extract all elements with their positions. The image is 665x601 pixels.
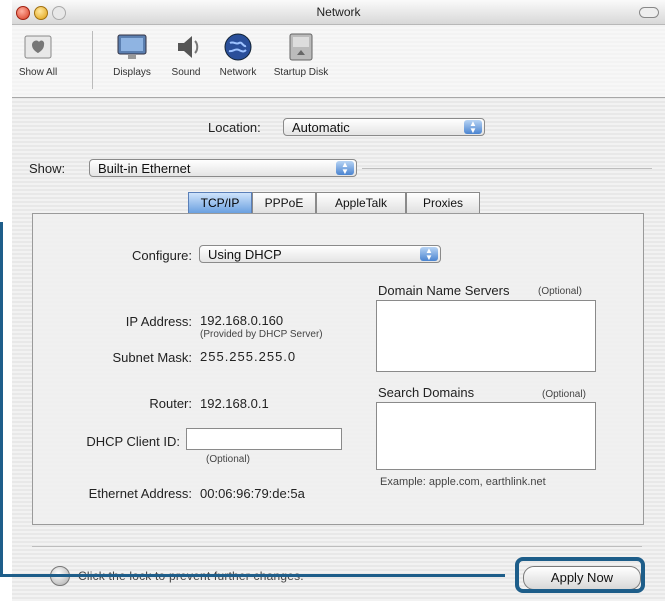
toolbar-label: Sound bbox=[171, 67, 201, 78]
location-popup[interactable]: Automatic ▲ ▼ bbox=[283, 118, 485, 136]
configure-value: Using DHCP bbox=[208, 247, 282, 262]
router-label: Router: bbox=[149, 396, 192, 411]
search-domains-example: Example: apple.com, earthlink.net bbox=[380, 476, 546, 488]
divider bbox=[32, 546, 642, 547]
show-value: Built-in Ethernet bbox=[98, 161, 191, 176]
tab-tcpip[interactable]: TCP/IP bbox=[188, 192, 252, 214]
dns-servers-field[interactable] bbox=[376, 300, 596, 372]
window-title: Network bbox=[316, 5, 361, 19]
toolbar-displays[interactable]: Displays bbox=[107, 31, 157, 78]
popup-arrows-icon: ▲ ▼ bbox=[464, 120, 482, 135]
toolbar-show-all[interactable]: Show All bbox=[16, 31, 60, 78]
dns-optional-note: (Optional) bbox=[538, 286, 582, 297]
search-domains-label: Search Domains bbox=[378, 385, 475, 400]
ethernet-address-label: Ethernet Address: bbox=[88, 486, 192, 501]
tab-proxies[interactable]: Proxies bbox=[406, 192, 480, 214]
router-value: 192.168.0.1 bbox=[200, 396, 269, 411]
subnet-mask-label: Subnet Mask: bbox=[112, 350, 193, 365]
tab-pppoe[interactable]: PPPoE bbox=[252, 192, 316, 214]
toolbar-label: Displays bbox=[113, 67, 151, 78]
location-label: Location: bbox=[208, 120, 261, 135]
sound-icon bbox=[170, 31, 202, 63]
search-domains-field[interactable] bbox=[376, 402, 596, 470]
dhcp-client-id-field[interactable] bbox=[186, 428, 342, 450]
toolbar-label: Network bbox=[219, 67, 257, 78]
toolbar-sound[interactable]: Sound bbox=[164, 31, 208, 78]
ip-address-note: (Provided by DHCP Server) bbox=[200, 329, 323, 340]
location-value: Automatic bbox=[292, 120, 350, 135]
toolbar: Show All Displays Sound Network Startup bbox=[12, 25, 665, 98]
ip-address-label: IP Address: bbox=[125, 314, 192, 329]
configure-label: Configure: bbox=[132, 248, 192, 263]
network-window: Network Show All Displays Sound Network … bbox=[12, 0, 665, 601]
network-icon bbox=[222, 31, 254, 63]
show-label: Show: bbox=[29, 161, 66, 176]
search-domains-optional-note: (Optional) bbox=[542, 389, 586, 400]
callout-line bbox=[0, 574, 505, 577]
startup-disk-icon bbox=[285, 31, 317, 63]
subnet-mask-value: 255.255.255.0 bbox=[200, 349, 297, 364]
toolbar-network[interactable]: Network bbox=[211, 31, 265, 78]
configure-popup[interactable]: Using DHCP ▲ ▼ bbox=[199, 245, 441, 263]
ethernet-address-value: 00:06:96:79:de:5a bbox=[200, 486, 305, 501]
dhcp-client-id-note: (Optional) bbox=[206, 454, 250, 465]
divider bbox=[362, 168, 652, 169]
show-popup[interactable]: Built-in Ethernet ▲ ▼ bbox=[89, 159, 357, 177]
ip-address-value: 192.168.0.160 bbox=[200, 313, 284, 328]
toolbar-startup-disk[interactable]: Startup Disk bbox=[268, 31, 334, 78]
title-bar: Network bbox=[12, 0, 665, 25]
toolbar-label: Startup Disk bbox=[273, 67, 329, 78]
popup-arrows-icon: ▲ ▼ bbox=[336, 161, 354, 176]
toolbar-label: Show All bbox=[18, 67, 58, 78]
callout-line bbox=[0, 222, 3, 576]
toolbar-toggle-button[interactable] bbox=[639, 7, 659, 18]
tab-appletalk[interactable]: AppleTalk bbox=[316, 192, 406, 214]
show-all-icon bbox=[22, 31, 54, 63]
callout-highlight-ring bbox=[515, 557, 645, 593]
dns-label: Domain Name Servers bbox=[378, 283, 510, 298]
toolbar-separator bbox=[92, 31, 93, 89]
displays-icon bbox=[116, 31, 148, 63]
dhcp-client-id-label: DHCP Client ID: bbox=[86, 434, 180, 449]
popup-arrows-icon: ▲ ▼ bbox=[420, 247, 438, 262]
